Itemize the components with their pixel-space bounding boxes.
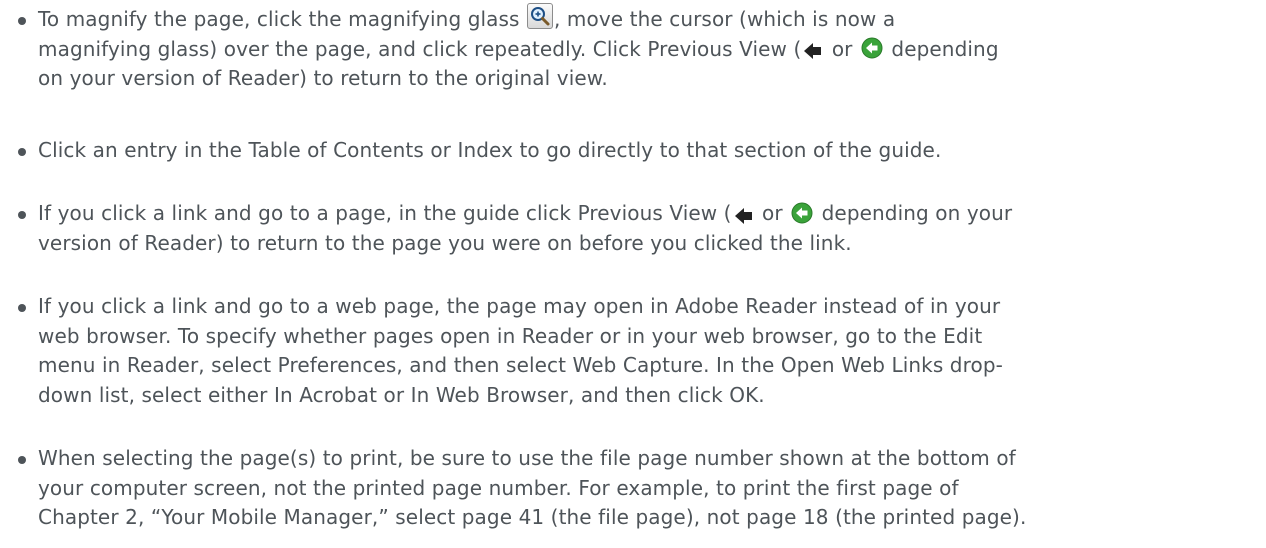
bullet-text: If you click a link and go to a web page… <box>38 294 1003 407</box>
bullet-dot <box>18 148 26 156</box>
magnifying-glass-icon <box>527 2 554 29</box>
bullet-table-of-contents: Click an entry in the Table of Contents … <box>18 136 1260 166</box>
back-arrow-icon <box>803 39 823 59</box>
green-back-circle-icon <box>791 202 813 224</box>
bullet-web-page: If you click a link and go to a web page… <box>18 292 1260 410</box>
bullet-dot <box>18 17 26 25</box>
bullet-text: When selecting the page(s) to print, be … <box>38 446 1027 529</box>
back-arrow-icon <box>734 204 754 224</box>
bullet-dot <box>18 304 26 312</box>
green-back-circle-icon <box>861 37 883 59</box>
bullet-text: Click an entry in the Table of Contents … <box>38 138 942 162</box>
bullet-printing: When selecting the page(s) to print, be … <box>18 444 1260 533</box>
bullet-text: If you click a link and go to a page, in… <box>38 201 732 225</box>
bullet-dot <box>18 211 26 219</box>
bullet-dot <box>18 456 26 464</box>
bullet-magnify: To magnify the page, click the magnifyin… <box>18 2 1260 94</box>
bullet-text: or <box>755 201 790 225</box>
bullet-text: To magnify the page, click the magnifyin… <box>38 7 527 31</box>
help-page: To magnify the page, click the magnifyin… <box>0 0 1266 548</box>
bullet-text: or <box>825 36 859 61</box>
bullet-previous-view: If you click a link and go to a page, in… <box>18 199 1260 258</box>
